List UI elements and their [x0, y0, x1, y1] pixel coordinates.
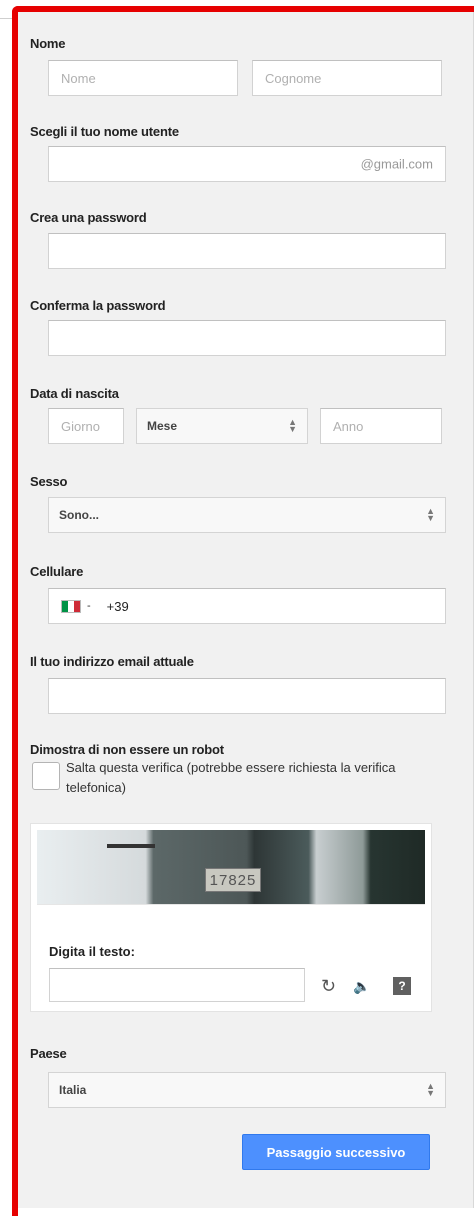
gender-value: Sono... [59, 508, 99, 522]
birth-month-value: Mese [147, 419, 178, 433]
captcha-prompt: Digita il testo: [49, 944, 135, 959]
confirm-password-label: Conferma la password [30, 298, 166, 313]
gmail-suffix: @gmail.com [360, 156, 433, 172]
username-label: Scegli il tuo nome utente [30, 124, 179, 139]
phone-prefix: +39 [106, 598, 129, 614]
italy-flag-icon[interactable] [61, 599, 81, 613]
country-code-dropdown-icon[interactable]: - [87, 600, 91, 612]
next-step-button[interactable]: Passaggio successivo [242, 1134, 430, 1170]
skip-verification-checkbox[interactable] [32, 762, 60, 790]
first-name-input[interactable]: Nome [48, 60, 238, 96]
current-email-input[interactable] [48, 678, 446, 714]
name-label: Nome [30, 36, 66, 51]
robot-verification-label: Dimostra di non essere un robot [30, 742, 224, 757]
current-email-label: Il tuo indirizzo email attuale [30, 654, 194, 669]
select-arrows-icon: ▲ ▼ [426, 1081, 435, 1098]
mobile-input[interactable]: - +39 [48, 588, 446, 624]
captcha-number: 17825 [205, 868, 261, 892]
birthdate-label: Data di nascita [30, 386, 119, 401]
help-icon[interactable]: ? [393, 977, 411, 995]
captcha-input[interactable] [49, 968, 305, 1002]
country-select[interactable]: Italia ▲ ▼ [48, 1072, 446, 1108]
username-input[interactable]: @gmail.com [48, 146, 446, 182]
mobile-label: Cellulare [30, 564, 84, 579]
country-label: Paese [30, 1046, 67, 1061]
audio-icon[interactable]: 🔈 [353, 976, 370, 996]
gender-label: Sesso [30, 474, 68, 489]
captcha-widget: 17825 Digita il testo: ↻ 🔈 ? [30, 823, 432, 1012]
password-input[interactable] [48, 233, 446, 269]
skip-verification-text: Salta questa verifica (potrebbe essere r… [66, 760, 396, 795]
captcha-image: 17825 [37, 830, 425, 904]
password-label: Crea una password [30, 210, 147, 225]
birth-day-input[interactable]: Giorno [48, 408, 124, 444]
birth-year-input[interactable]: Anno [320, 408, 442, 444]
refresh-icon[interactable]: ↻ [321, 976, 336, 996]
birth-month-select[interactable]: Mese ▲ ▼ [136, 408, 308, 444]
confirm-password-input[interactable] [48, 320, 446, 356]
gender-select[interactable]: Sono... ▲ ▼ [48, 497, 446, 533]
last-name-input[interactable]: Cognome [252, 60, 442, 96]
country-value: Italia [59, 1083, 87, 1097]
select-arrows-icon: ▲ ▼ [426, 506, 435, 523]
select-arrows-icon: ▲ ▼ [288, 417, 297, 434]
